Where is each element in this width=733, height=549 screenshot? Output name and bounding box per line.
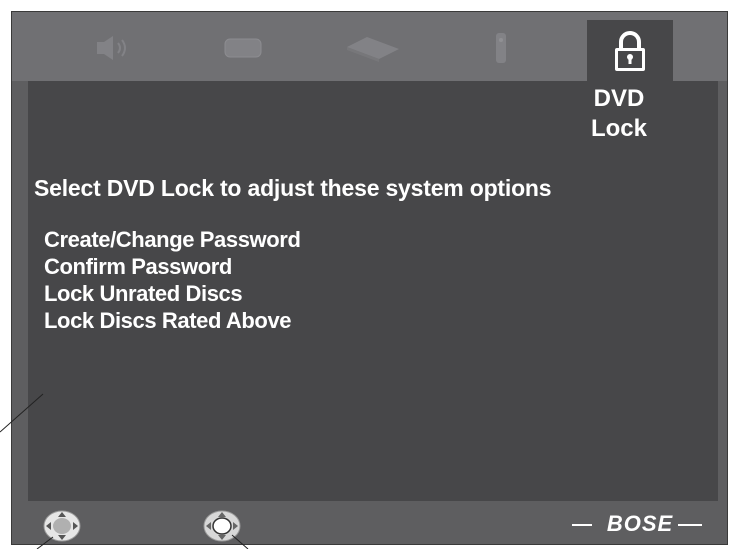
tab-video[interactable] — [212, 22, 274, 74]
option-lock-discs-rated-above[interactable]: Lock Discs Rated Above — [44, 307, 301, 334]
panel-heading: Select DVD Lock to adjust these system o… — [34, 175, 552, 201]
tab-disc[interactable] — [342, 22, 404, 74]
panel-title: DVD Lock — [574, 84, 664, 144]
tab-remote[interactable] — [470, 22, 532, 74]
navigation-pad-select-icon — [202, 509, 242, 548]
bose-logo-text: BOSE — [607, 511, 674, 536]
panel-title-line2: Lock — [590, 115, 647, 142]
tab-dvd-lock[interactable] — [587, 20, 673, 82]
tv-menu-screen: DVD Lock Select DVD Lock to adjust these… — [11, 11, 728, 545]
remote-control-icon — [496, 33, 506, 63]
option-lock-unrated-discs[interactable]: Lock Unrated Discs — [44, 280, 301, 307]
navigation-pad-icon — [42, 509, 82, 548]
option-create-change-password[interactable]: Create/Change Password — [44, 226, 301, 253]
speaker-icon — [97, 36, 126, 60]
option-confirm-password[interactable]: Confirm Password — [44, 253, 301, 280]
menu-tab-strip — [12, 12, 727, 82]
bottom-bar: BOSE — [12, 507, 727, 544]
tv-screen-icon — [224, 38, 262, 58]
tab-audio[interactable] — [82, 22, 144, 74]
disc-tray-icon — [347, 37, 399, 62]
padlock-icon — [615, 31, 645, 71]
bose-logo: BOSE — [570, 509, 704, 544]
dvd-lock-panel: DVD Lock Select DVD Lock to adjust these… — [28, 81, 718, 501]
panel-title-line1: DVD — [593, 85, 645, 112]
options-list: Create/Change Password Confirm Password … — [44, 226, 301, 334]
